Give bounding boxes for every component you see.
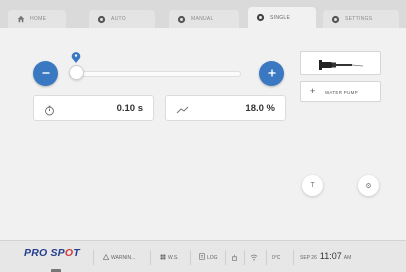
power-value-box[interactable]: 18.0 % xyxy=(165,95,286,121)
tab-label: MANUAL xyxy=(191,16,214,22)
log-label: LOG xyxy=(207,254,218,261)
divider xyxy=(266,250,267,265)
tab-bar: HOME AUTO MANUAL SINGLE SETTINGS xyxy=(0,0,406,28)
tool-action-button[interactable]: T xyxy=(302,175,323,196)
tab-label: HOME xyxy=(30,16,47,22)
clock: SEP 26 11:07 AM xyxy=(300,251,351,261)
tab-label: AUTO xyxy=(111,16,126,22)
minus-icon xyxy=(41,65,51,83)
home-icon xyxy=(16,15,25,24)
log-indicator[interactable]: LOG xyxy=(199,251,218,264)
grid-icon xyxy=(160,254,166,262)
tab-label: SINGLE xyxy=(270,14,291,21)
divider xyxy=(293,250,294,265)
plus-icon xyxy=(267,65,277,83)
increase-button[interactable] xyxy=(259,61,284,86)
machine-icon xyxy=(50,262,62,272)
gear-icon xyxy=(331,15,340,24)
time-value-box[interactable]: 0.10 s xyxy=(33,95,154,121)
divider xyxy=(150,250,151,265)
divider xyxy=(190,250,191,265)
logo-text-end: T xyxy=(73,247,80,259)
app-window: HOME AUTO MANUAL SINGLE SETTINGS 0.10 s … xyxy=(0,0,406,272)
gear-icon: ⚙ xyxy=(365,182,372,190)
tab-label: SETTINGS xyxy=(345,16,373,22)
warning-indicator[interactable]: WARNIN... xyxy=(102,251,136,264)
logo-accent: O xyxy=(64,247,74,259)
action-label: T xyxy=(310,182,315,189)
slider-thumb[interactable] xyxy=(69,65,84,80)
divider xyxy=(244,250,245,265)
divider xyxy=(93,250,94,265)
tab-manual[interactable]: MANUAL xyxy=(169,10,239,28)
gear-icon xyxy=(256,13,265,22)
plus-icon: + xyxy=(310,86,316,96)
temperature-readout: 0°C xyxy=(272,251,280,264)
brand-logo: PRO SPOT xyxy=(24,247,80,259)
tab-home[interactable]: HOME xyxy=(8,10,66,28)
water-pump-button[interactable]: + WATER PUMP xyxy=(300,81,381,102)
usb-icon xyxy=(231,251,238,264)
tab-auto[interactable]: AUTO xyxy=(89,10,155,28)
slider-track[interactable] xyxy=(76,71,241,77)
gear-icon xyxy=(177,15,186,24)
temperature-value: 0°C xyxy=(272,254,281,261)
tab-settings[interactable]: SETTINGS xyxy=(323,10,399,28)
tool-selector[interactable] xyxy=(300,51,381,75)
timer-icon xyxy=(44,103,55,116)
time-value: 0.10 s xyxy=(116,103,143,114)
power-icon xyxy=(176,103,189,114)
date-text: SEP 26 xyxy=(300,255,317,261)
ws-indicator[interactable]: W.S. xyxy=(160,251,179,264)
gear-icon xyxy=(97,15,106,24)
ws-label: W.S. xyxy=(168,254,179,261)
warning-label: WARNIN... xyxy=(111,254,136,261)
logo-text: PRO SP xyxy=(24,247,65,259)
power-value: 18.0 % xyxy=(245,103,275,114)
welding-gun-icon xyxy=(318,58,364,76)
time-text: 11:07 xyxy=(319,251,342,261)
warning-icon xyxy=(102,253,110,262)
status-bar: PRO SPOT WARNIN... W.S. LOG 0°C SEP 26 1… xyxy=(0,240,406,272)
wifi-icon xyxy=(250,251,258,264)
water-pump-label: WATER PUMP xyxy=(325,90,358,95)
ampm-text: AM xyxy=(343,255,352,261)
log-icon xyxy=(199,253,205,262)
divider xyxy=(225,250,226,265)
decrease-button[interactable] xyxy=(33,61,58,86)
slider-value-pin xyxy=(71,50,81,63)
settings-action-button[interactable]: ⚙ xyxy=(358,175,379,196)
tab-single[interactable]: SINGLE xyxy=(248,7,316,28)
